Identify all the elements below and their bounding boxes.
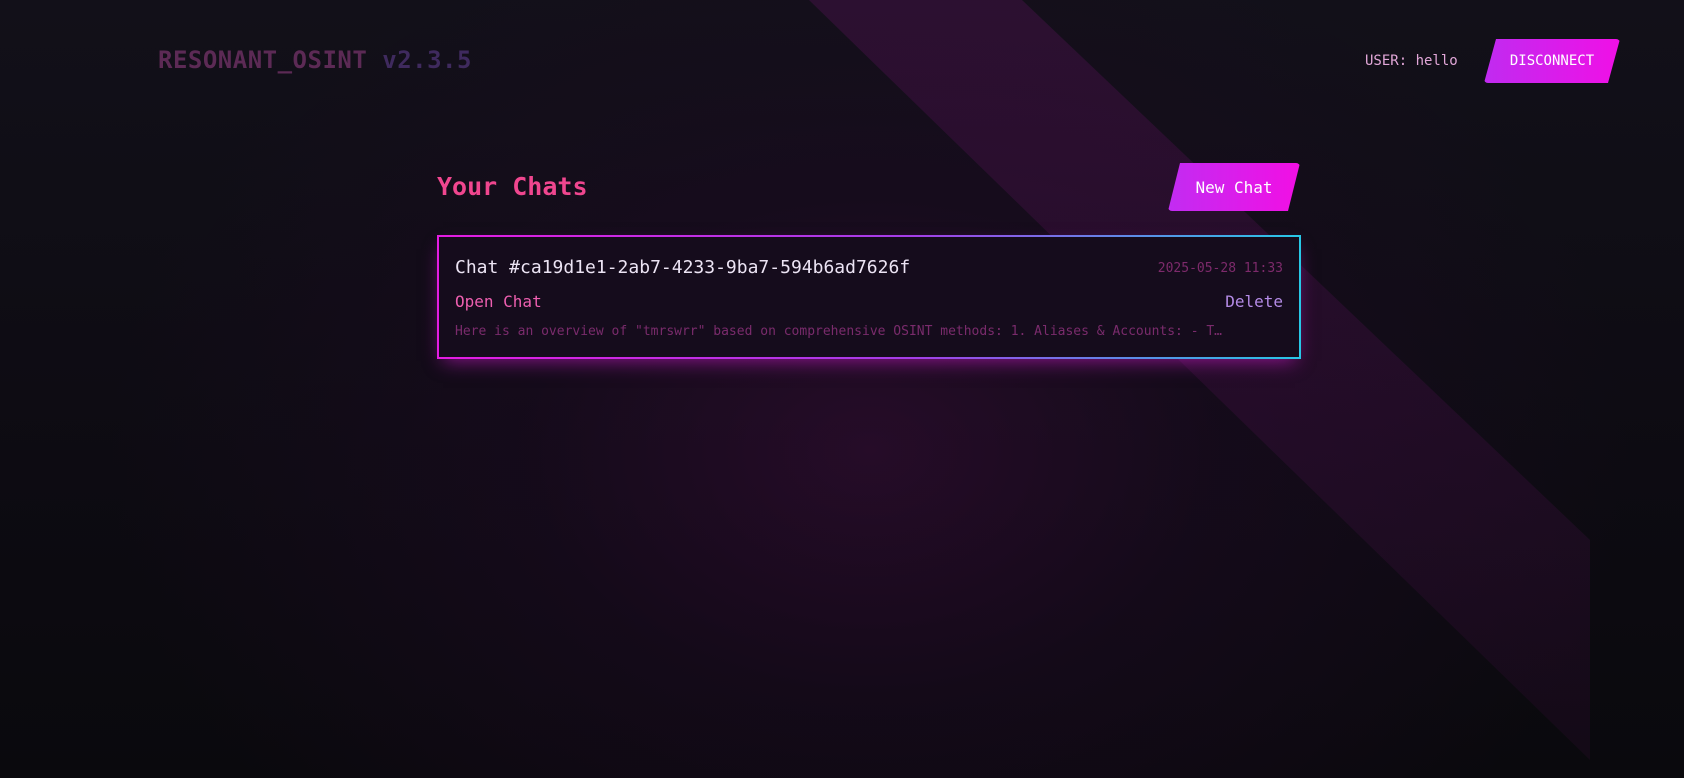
chat-preview: Here is an overview of "tmrswrr" based o… [455,324,1223,339]
app-page: RESONANT_OSINT v2.3.5 USER: hello DISCON… [0,0,1684,778]
brand-logo: RESONANT_OSINT v2.3.5 [158,46,472,74]
chat-timestamp: 2025-05-28 11:33 [1157,261,1283,276]
user-label: USER: hello [1365,53,1458,69]
page-title: Your Chats [437,172,588,201]
brand-version: v2.3.5 [382,46,472,74]
delete-chat-link[interactable]: Delete [1225,292,1283,311]
brand-name: RESONANT_OSINT [158,46,368,74]
chat-title: Chat #ca19d1e1-2ab7-4233-9ba7-594b6ad762… [455,257,911,278]
open-chat-link[interactable]: Open Chat [455,292,542,311]
disconnect-button[interactable]: DISCONNECT [1484,39,1620,83]
chat-card: Chat #ca19d1e1-2ab7-4233-9ba7-594b6ad762… [437,235,1301,359]
new-chat-button[interactable]: New Chat [1168,163,1300,211]
background-light-beam [809,0,1590,760]
